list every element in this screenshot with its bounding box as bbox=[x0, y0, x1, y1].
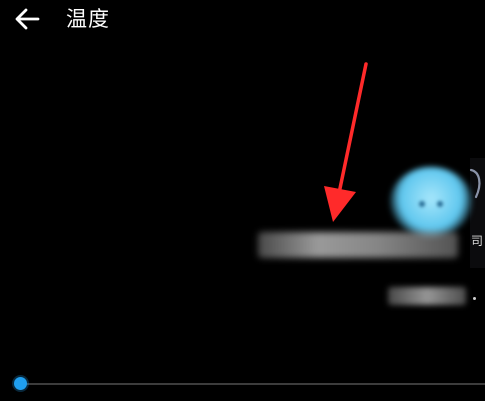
avatar-face-icon bbox=[419, 201, 443, 207]
arrow-left-icon bbox=[15, 8, 40, 30]
slider-thumb[interactable] bbox=[13, 377, 27, 390]
dot-marker bbox=[473, 297, 476, 300]
screen: 温度 司 bbox=[0, 0, 485, 401]
blurred-subtitle-text bbox=[388, 287, 466, 305]
back-button[interactable] bbox=[10, 2, 44, 36]
blurred-title-text bbox=[258, 232, 458, 258]
slider-track[interactable] bbox=[20, 383, 485, 385]
temperature-slider[interactable] bbox=[12, 372, 485, 396]
card-edge-text: 司 bbox=[471, 234, 484, 248]
page-title: 温度 bbox=[66, 7, 110, 31]
top-app-bar: 温度 bbox=[0, 0, 485, 38]
